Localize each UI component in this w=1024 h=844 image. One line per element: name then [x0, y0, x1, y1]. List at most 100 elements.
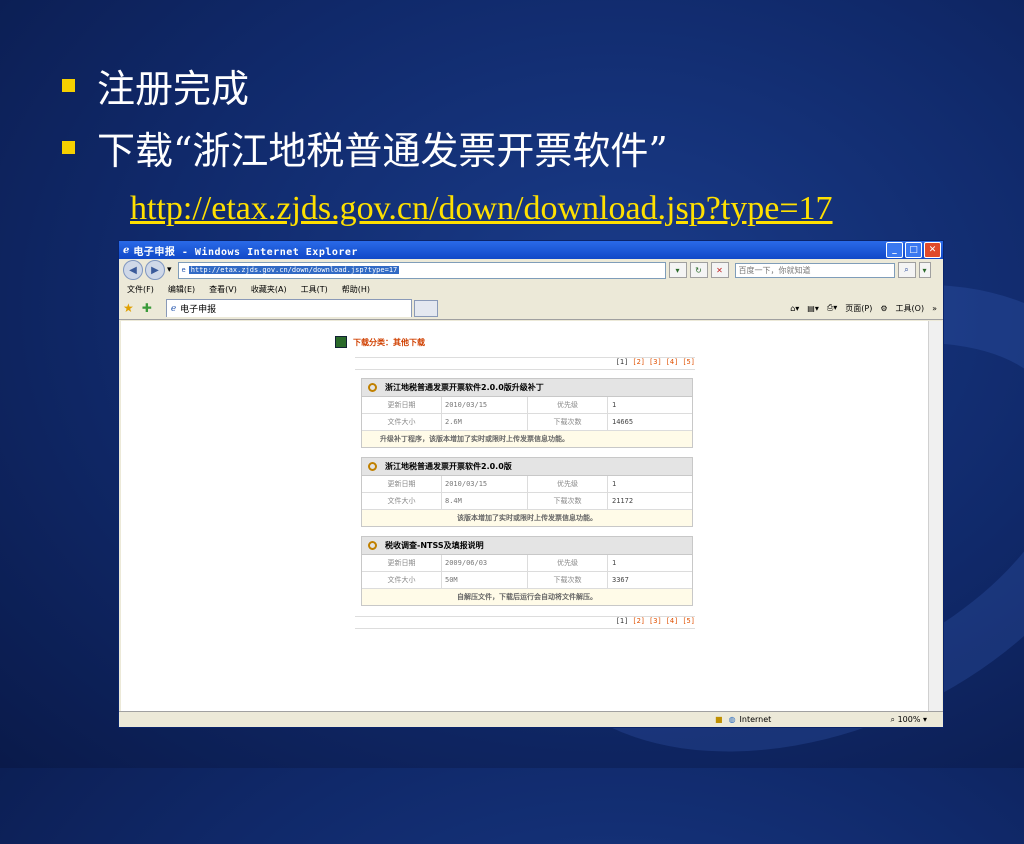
card-row: 文件大小 50M 下载次数 3367: [362, 572, 692, 589]
chevron-icon[interactable]: »: [932, 304, 937, 313]
tab-e-declaration[interactable]: ℯ 电子申报: [165, 299, 412, 317]
bullet-square-icon: [62, 79, 75, 92]
search-icon: [368, 383, 377, 392]
pager-link[interactable]: [2]: [632, 617, 645, 625]
vertical-scrollbar[interactable]: [928, 321, 942, 711]
menu-file[interactable]: 文件(F): [127, 284, 154, 295]
card-header[interactable]: 税收调查-NTSS及填报说明: [362, 537, 692, 555]
priority-value: 1: [612, 480, 617, 488]
bullet-text: 下载“浙江地税普通发票开票软件”: [97, 129, 668, 173]
download-card: 浙江地税普通发票开票软件2.0.0版升级补丁 更新日期 2010/03/15 优…: [361, 378, 693, 448]
date-label: 更新日期: [362, 476, 442, 492]
menu-edit[interactable]: 编辑(E): [168, 284, 195, 295]
card-title[interactable]: 浙江地税普通发票开票软件2.0.0版升级补丁: [385, 382, 544, 393]
menu-view[interactable]: 查看(V): [209, 284, 237, 295]
menu-favorites[interactable]: 收藏夹(A): [251, 284, 287, 295]
card-header[interactable]: 浙江地税普通发票开票软件2.0.0版: [362, 458, 692, 476]
card-title[interactable]: 浙江地税普通发票开票软件2.0.0版: [385, 461, 512, 472]
card-description: 该版本增加了实时或限时上传发票信息功能。: [362, 510, 692, 526]
card-row: 更新日期 2010/03/15 优先级 1: [362, 397, 692, 414]
pager-link[interactable]: [4]: [666, 358, 679, 366]
gear-icon[interactable]: ⚙: [880, 304, 887, 313]
stop-button[interactable]: ✕: [710, 262, 729, 278]
minimize-button[interactable]: _: [886, 242, 903, 258]
pager-link[interactable]: [2]: [632, 358, 645, 366]
zoom-control[interactable]: ⌕ 100% ▾: [891, 715, 927, 725]
card-description: 升级补丁程序，该版本增加了实时或限时上传发票信息功能。: [362, 431, 692, 447]
pager-bottom: [1] [2] [3] [4] [5]: [355, 616, 695, 629]
downloads-value: 3367: [612, 576, 629, 584]
status-bar: ■ ◍ Internet ⌕ 100% ▾: [119, 711, 943, 727]
zone-label: Internet: [739, 715, 772, 724]
date-value: 2010/03/15: [442, 397, 528, 413]
card-title[interactable]: 税收调查-NTSS及填报说明: [385, 540, 484, 551]
forward-button[interactable]: ▶: [145, 260, 165, 280]
menu-help[interactable]: 帮助(H): [342, 284, 370, 295]
size-label: 文件大小: [362, 572, 442, 588]
card-description: 自解压文件，下载后运行会自动将文件解压。: [362, 589, 692, 605]
menu-bar: 文件(F) 编辑(E) 查看(V) 收藏夹(A) 工具(T) 帮助(H): [119, 281, 943, 297]
feeds-icon[interactable]: ▤▾: [807, 304, 819, 313]
card-header[interactable]: 浙江地税普通发票开票软件2.0.0版升级补丁: [362, 379, 692, 397]
pager-link[interactable]: [4]: [666, 617, 679, 625]
card-row: 更新日期 2009/06/03 优先级 1: [362, 555, 692, 572]
address-text: http://etax.zjds.gov.cn/down/download.js…: [188, 266, 400, 274]
download-url-link[interactable]: http://etax.zjds.gov.cn/down/download.js…: [130, 190, 833, 228]
zoom-icon: ⌕: [890, 714, 896, 724]
bullet-square-icon: [62, 141, 75, 154]
pager-link[interactable]: [5]: [682, 617, 695, 625]
search-options-button[interactable]: ▾: [918, 262, 931, 278]
security-zone[interactable]: ■ ◍ Internet: [715, 715, 771, 724]
download-card: 浙江地税普通发票开票软件2.0.0版 更新日期 2010/03/15 优先级 1…: [361, 457, 693, 527]
new-tab-button[interactable]: [413, 299, 438, 317]
search-icon[interactable]: ⌕: [897, 262, 916, 278]
bullet-download-software: 下载“浙江地税普通发票开票软件”: [62, 120, 668, 175]
command-bar: ⌂▾ ▤▾ ⎙▾ 页面(P) ⚙ 工具(O) »: [782, 303, 943, 314]
download-category: 下载分类：其他下载: [335, 336, 425, 348]
size-value: 8.4M: [442, 493, 528, 509]
pager-link[interactable]: [5]: [682, 358, 695, 366]
page-menu[interactable]: 页面(P): [845, 303, 872, 314]
category-icon: [335, 336, 347, 348]
menu-tools[interactable]: 工具(T): [301, 284, 328, 295]
pager-link[interactable]: [3]: [649, 617, 662, 625]
print-icon[interactable]: ⎙▾: [827, 303, 837, 313]
maximize-button[interactable]: □: [905, 242, 922, 258]
window-titlebar: ℯ 电子申报 - Windows Internet Explorer _ □ ✕: [119, 241, 943, 259]
card-row: 文件大小 2.6M 下载次数 14665: [362, 414, 692, 431]
chevron-down-icon: ▾: [922, 714, 927, 724]
card-row: 更新日期 2010/03/15 优先级 1: [362, 476, 692, 493]
ie-tab-icon: ℯ: [170, 303, 177, 314]
back-button[interactable]: ◀: [123, 260, 143, 280]
address-dropdown-button[interactable]: ▾: [668, 262, 687, 278]
close-button[interactable]: ✕: [924, 242, 941, 258]
globe-icon: ◍: [728, 715, 736, 724]
priority-value: 1: [612, 401, 617, 409]
add-favorites-icon[interactable]: ✚: [142, 301, 152, 315]
address-input[interactable]: e http://etax.zjds.gov.cn/down/download.…: [177, 261, 666, 279]
ie-logo-icon: ℯ: [123, 244, 130, 256]
size-value: 2.6M: [442, 414, 528, 430]
priority-value: 1: [612, 559, 617, 567]
downloads-value: 21172: [612, 497, 634, 505]
zoom-level: 100%: [897, 714, 921, 724]
priority-label: 优先级: [528, 397, 608, 413]
page-content: 下载分类：其他下载 [1] [2] [3] [4] [5] 浙江地税普通发票开票软件2.…: [121, 321, 929, 711]
tools-menu[interactable]: 工具(O): [896, 303, 925, 314]
date-value: 2010/03/15: [442, 476, 528, 492]
lock-icon: ■: [715, 715, 723, 724]
home-icon[interactable]: ⌂▾: [790, 304, 799, 313]
size-label: 文件大小: [362, 493, 442, 509]
address-bar-row: ◀ ▶ ▾ e http://etax.zjds.gov.cn/down/dow…: [119, 259, 943, 281]
pager-link[interactable]: [3]: [649, 358, 662, 366]
date-label: 更新日期: [362, 555, 442, 571]
search-input[interactable]: 百度一下，你就知道: [734, 262, 895, 278]
refresh-button[interactable]: ↻: [689, 262, 708, 278]
size-label: 文件大小: [362, 414, 442, 430]
favorites-star-icon[interactable]: ★: [123, 301, 134, 315]
dropdown-icon[interactable]: ▾: [167, 265, 172, 275]
bullet-text: 注册完成: [97, 67, 250, 111]
bullet-register-complete: 注册完成: [62, 58, 249, 113]
date-label: 更新日期: [362, 397, 442, 413]
priority-label: 优先级: [528, 476, 608, 492]
